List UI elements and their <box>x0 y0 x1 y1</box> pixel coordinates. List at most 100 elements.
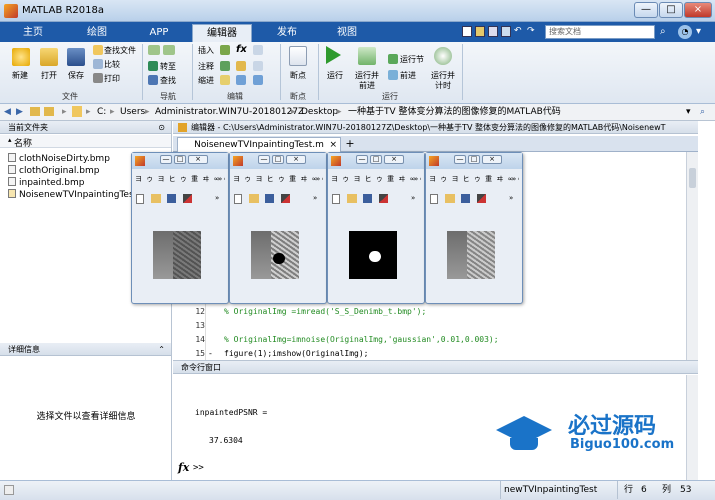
comment-icon[interactable] <box>220 61 230 71</box>
figure-save-icon[interactable] <box>363 194 372 203</box>
fx-button[interactable]: fx <box>236 44 247 55</box>
close-button[interactable]: × <box>684 2 712 18</box>
run-section-button[interactable]: 运行节 <box>400 54 424 65</box>
quick-save-icon[interactable] <box>462 26 472 37</box>
path-segment[interactable]: Administrator.WIN7U-20180127Z <box>155 104 304 120</box>
decrease-indent-icon[interactable] <box>253 75 263 85</box>
breakpoints-icon[interactable] <box>289 46 307 66</box>
file-item[interactable]: clothOriginal.bmp <box>8 165 99 176</box>
code-line[interactable]: % OriginalImg =imread('S_S_Denimb_t.bmp'… <box>224 307 426 316</box>
figure-brush-icon[interactable] <box>281 194 290 203</box>
notification-icon[interactable]: ◔ <box>678 25 692 39</box>
breakpoint-marker[interactable]: - <box>209 349 212 358</box>
tab-apps[interactable]: APP <box>136 24 182 42</box>
print-button[interactable]: 打印 <box>104 73 120 84</box>
uncomment-icon[interactable] <box>236 61 246 71</box>
open-icon[interactable] <box>40 48 58 66</box>
path-segment[interactable]: Users <box>120 104 145 120</box>
quick-copy-icon[interactable] <box>488 26 498 37</box>
figure-window[interactable]: — □ × ヨ ゥ ヨ ヒ ゥ 重 ヰ ∞ ∞ » » <box>425 152 523 304</box>
figure-open-icon[interactable] <box>151 194 161 203</box>
run-section-icon[interactable] <box>388 54 398 64</box>
save-button[interactable]: 保存 <box>60 70 92 81</box>
new-button[interactable]: 新建 <box>4 70 36 81</box>
figure-menu-more[interactable]: » <box>512 175 516 183</box>
figure-minimize-button[interactable]: — <box>258 155 270 164</box>
figure-minimize-button[interactable]: — <box>356 155 368 164</box>
run-and-advance-icon[interactable] <box>358 47 376 65</box>
figure-save-icon[interactable] <box>167 194 176 203</box>
advance-icon[interactable] <box>388 70 398 80</box>
new-tab-button[interactable]: + <box>343 137 357 151</box>
breakpoints-button[interactable]: 断点 <box>283 70 313 81</box>
ribbon-collapse-icon[interactable]: ▾ <box>696 26 701 37</box>
figure-toolbar-more[interactable]: » <box>215 194 219 202</box>
figure-menu-more[interactable]: » <box>316 175 320 183</box>
forward-icon[interactable] <box>163 45 175 55</box>
back-icon[interactable] <box>148 45 160 55</box>
file-item[interactable]: NoisenewTVInpaintingTest <box>8 189 137 200</box>
run-and-time-label-2[interactable]: 计时 <box>428 80 458 91</box>
figure-menu-row[interactable]: ヨ ゥ ヨ ヒ ゥ 重 ヰ ∞ ∞ <box>331 174 421 186</box>
figure-toolbar-more[interactable]: » <box>313 194 317 202</box>
run-and-time-icon[interactable] <box>434 47 452 65</box>
tab-editor[interactable]: 编辑器 <box>192 24 252 42</box>
figure-menu-row[interactable]: ヨ ゥ ヨ ヒ ゥ 重 ヰ ∞ ∞ <box>233 174 323 186</box>
quick-paste-icon[interactable] <box>501 26 511 37</box>
advance-button[interactable]: 前进 <box>400 70 416 81</box>
figure-open-icon[interactable] <box>249 194 259 203</box>
redo-icon[interactable]: ↷ <box>527 26 537 37</box>
panel-menu-icon[interactable]: ⊙ <box>158 121 165 134</box>
figure-new-icon[interactable] <box>234 194 242 204</box>
tab-plots[interactable]: 绘图 <box>72 24 122 42</box>
figure-new-icon[interactable] <box>430 194 438 204</box>
run-button[interactable]: 运行 <box>320 70 350 81</box>
goto-icon[interactable] <box>148 61 158 71</box>
file-item[interactable]: clothNoiseDirty.bmp <box>8 153 110 164</box>
search-documentation-input[interactable]: 搜索文档 <box>545 25 655 39</box>
search-folder-icon[interactable]: ⌕ <box>700 104 705 120</box>
find-files-button[interactable]: 查找文件 <box>104 45 136 56</box>
save-icon[interactable] <box>67 48 85 66</box>
figure-close-button[interactable]: × <box>384 155 404 164</box>
figure-maximize-button[interactable]: □ <box>370 155 382 164</box>
find-button[interactable]: 查找 <box>160 75 176 86</box>
find-icon[interactable] <box>148 75 158 85</box>
figure-window[interactable]: — □ × ヨ ゥ ヨ ヒ ゥ 重 ヰ ∞ ∞ » » <box>131 152 229 304</box>
code-line[interactable]: figure(1);imshow(OriginalImg); <box>224 349 369 358</box>
smart-indent-icon[interactable] <box>220 75 230 85</box>
compare-icon[interactable] <box>93 59 103 69</box>
figure-maximize-button[interactable]: □ <box>272 155 284 164</box>
path-segment[interactable]: 一种基于TV 整体变分算法的图像修复的MATLAB代码 <box>348 104 561 120</box>
figure-maximize-button[interactable]: □ <box>174 155 186 164</box>
figure-new-icon[interactable] <box>136 194 144 204</box>
figure-brush-icon[interactable] <box>477 194 486 203</box>
figure-toolbar-more[interactable]: » <box>509 194 513 202</box>
figure-close-button[interactable]: × <box>188 155 208 164</box>
wrap-icon[interactable] <box>253 61 263 71</box>
find-files-icon[interactable] <box>93 45 103 55</box>
undo-icon[interactable]: ↶ <box>514 26 524 37</box>
maximize-button[interactable]: □ <box>659 2 683 18</box>
edit-menu-icon[interactable] <box>253 45 263 55</box>
name-column-header[interactable]: 名称 <box>14 136 32 149</box>
new-icon[interactable] <box>12 48 30 66</box>
run-and-advance-label-2[interactable]: 前进 <box>352 80 382 91</box>
function-browser-icon[interactable]: fx <box>178 461 189 474</box>
search-icon[interactable]: ⌕ <box>660 26 666 37</box>
figure-save-icon[interactable] <box>265 194 274 203</box>
figure-brush-icon[interactable] <box>379 194 388 203</box>
back-arrow-icon[interactable]: ◀ <box>4 104 11 120</box>
figure-maximize-button[interactable]: □ <box>468 155 480 164</box>
figure-close-button[interactable]: × <box>482 155 502 164</box>
figure-menu-more[interactable]: » <box>414 175 418 183</box>
figure-menu-more[interactable]: » <box>218 175 222 183</box>
comment-button[interactable]: 注释 <box>198 61 214 72</box>
figure-open-icon[interactable] <box>347 194 357 203</box>
increase-indent-icon[interactable] <box>236 75 246 85</box>
figure-window[interactable]: — □ × ヨ ゥ ヨ ヒ ゥ 重 ヰ ∞ ∞ » » <box>229 152 327 304</box>
file-item[interactable]: inpainted.bmp <box>8 177 84 188</box>
command-scrollbar[interactable] <box>686 375 698 480</box>
figure-menu-row[interactable]: ヨ ゥ ヨ ヒ ゥ 重 ヰ ∞ ∞ <box>135 174 225 186</box>
indent-button[interactable]: 缩进 <box>198 75 214 86</box>
